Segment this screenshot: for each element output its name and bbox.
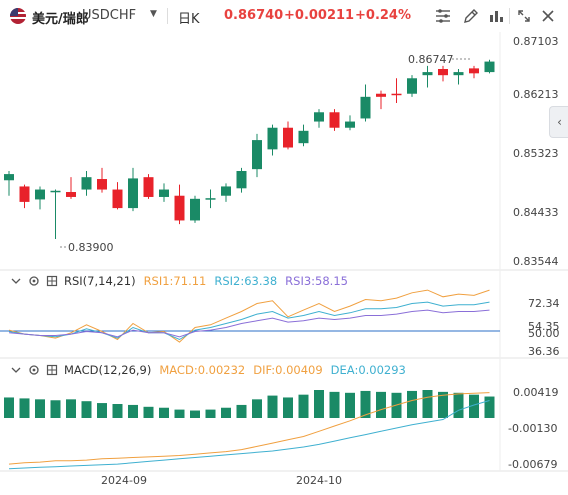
macd-histogram-bar	[422, 390, 433, 418]
candle-body	[360, 96, 371, 119]
candle-body	[345, 121, 355, 128]
macd-histogram-bar	[453, 392, 464, 418]
rsi-series	[8, 289, 490, 343]
candle-body	[81, 177, 92, 190]
macd-histogram-bar	[128, 404, 138, 418]
macd-histogram-bar	[376, 391, 386, 418]
candle-body	[128, 178, 138, 209]
indicator-box-icon[interactable]	[46, 275, 58, 287]
candle-body	[143, 177, 154, 197]
rsi-axis-label: 50.00	[528, 327, 560, 340]
price-axis-label: 0.87103	[513, 35, 559, 48]
macd-histogram-bar	[314, 390, 324, 418]
candle-body	[438, 69, 448, 76]
candle-body	[50, 190, 61, 193]
candle-body	[252, 140, 262, 170]
rsi-axis-label: 72.34	[528, 297, 560, 310]
price-axis-label: 0.86213	[513, 88, 559, 101]
macd-histogram-bar	[329, 391, 340, 418]
rsi-axis-label: 36.36	[528, 345, 560, 358]
candle-body	[469, 68, 479, 74]
candle-body	[19, 186, 30, 202]
macd-histogram-bar	[19, 398, 30, 418]
macd-legend: MACD(12,26,9) MACD:0.00232 DIF:0.00409 D…	[10, 363, 414, 377]
macd-histogram-bar	[112, 404, 123, 418]
candle-body	[159, 189, 169, 197]
high-price-label: 0.86747	[408, 53, 454, 66]
price-axis-label: 0.83544	[513, 255, 559, 268]
macd-histogram-bar	[407, 390, 417, 418]
macd-histogram-bar	[97, 403, 107, 418]
macd-axis-label: 0.00419	[513, 386, 559, 399]
candle-body	[484, 61, 495, 73]
macd-histogram-bar	[252, 399, 262, 418]
candlestick-series	[4, 59, 495, 239]
indicator-box-icon[interactable]	[46, 364, 58, 376]
candle-body	[35, 189, 45, 200]
price-axis-label: 0.84433	[513, 206, 559, 219]
candle-body	[112, 189, 123, 209]
dea-line	[8, 400, 490, 470]
candle-body	[298, 130, 309, 144]
dea-value: DEA:0.00293	[330, 363, 406, 377]
macd-histogram-bar	[159, 407, 169, 418]
x-axis-label: 2024-10	[296, 474, 342, 487]
macd-histogram-bar	[205, 409, 216, 418]
rsi2-value: RSI2:63.38	[214, 274, 278, 288]
candle-body	[391, 93, 402, 96]
macd-series	[4, 390, 495, 470]
candle-body	[190, 198, 200, 221]
macd-histogram-bar	[35, 399, 45, 418]
gear-icon[interactable]	[28, 275, 40, 287]
dif-value: DIF:0.00409	[253, 363, 323, 377]
candle-body	[221, 186, 231, 196]
collapse-icon[interactable]	[10, 275, 22, 287]
candle-body	[97, 179, 107, 190]
macd-axis-label: -0.00130	[508, 422, 557, 435]
candle-body	[267, 127, 278, 150]
rsi1-value: RSI1:71.11	[143, 274, 207, 288]
candle-body	[422, 72, 433, 76]
candle-body	[66, 192, 76, 197]
candle-body	[329, 112, 340, 128]
low-price-label: 0.83900	[68, 241, 114, 254]
candle-body	[376, 93, 386, 97]
macd-histogram-bar	[283, 397, 293, 418]
x-axis-label: 2024-09	[101, 474, 147, 487]
macd-histogram-bar	[236, 404, 247, 418]
price-chart[interactable]: 0.87103 0.86213 0.85323 0.84433 0.83544 …	[0, 0, 568, 495]
gear-icon[interactable]	[28, 364, 40, 376]
price-axis-label: 0.85323	[513, 147, 559, 160]
scroll-right-button[interactable]: ‹	[549, 106, 568, 138]
macd-histogram-bar	[221, 407, 231, 418]
macd-histogram-bar	[484, 396, 495, 418]
candle-body	[174, 195, 185, 221]
candle-body	[314, 112, 324, 122]
macd-histogram-bar	[4, 397, 14, 418]
macd-histogram-bar	[267, 395, 278, 418]
candle-body	[236, 170, 247, 189]
macd-axis-label: -0.00679	[508, 458, 557, 471]
rsi1-line	[8, 289, 490, 343]
collapse-icon[interactable]	[10, 364, 22, 376]
macd-value: MACD:0.00232	[159, 363, 246, 377]
macd-histogram-bar	[81, 401, 92, 418]
macd-histogram-bar	[174, 409, 185, 418]
rsi-name: RSI(7,14,21)	[64, 274, 136, 288]
macd-histogram-bar	[50, 400, 61, 418]
rsi-legend: RSI(7,14,21) RSI1:71.11 RSI2:63.38 RSI3:…	[10, 274, 356, 288]
macd-histogram-bar	[143, 406, 154, 418]
candle-body	[205, 198, 216, 200]
candle-body	[407, 78, 417, 94]
macd-histogram-bar	[345, 392, 355, 418]
macd-histogram-bar	[66, 399, 76, 418]
candle-body	[453, 72, 464, 76]
macd-histogram-bar	[298, 394, 309, 418]
macd-name: MACD(12,26,9)	[64, 363, 152, 377]
candle-body	[283, 127, 293, 148]
candle-body	[4, 174, 14, 181]
rsi3-line	[8, 309, 490, 338]
macd-histogram-bar	[190, 410, 200, 418]
rsi3-value: RSI3:58.15	[285, 274, 348, 288]
